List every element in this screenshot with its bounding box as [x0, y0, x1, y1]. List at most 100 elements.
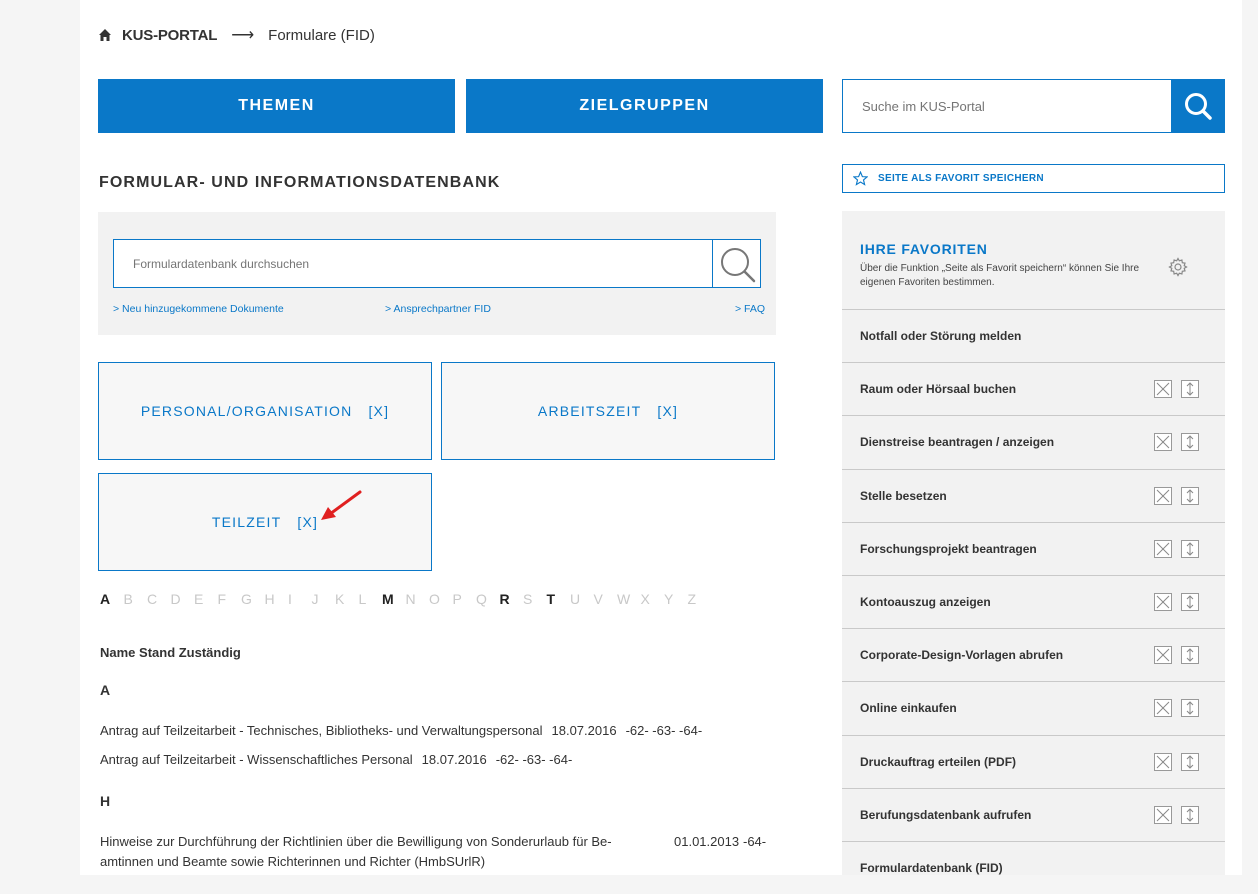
favorite-item: Corporate-Design-Vorlagen abrufen: [842, 628, 1225, 681]
alphabet-letter-e: E: [194, 591, 204, 607]
alphabet-letter-a[interactable]: A: [100, 591, 124, 607]
alphabet-nav: ABCDEFGHI JKLMNOPQRSTUVWXYZ: [100, 591, 711, 607]
page-title: FORMULAR- UND INFORMATIONSDATENBANK: [99, 174, 501, 191]
document-date: 18.07.2016: [421, 752, 487, 767]
portal-search-input[interactable]: [860, 97, 1154, 115]
remove-favorite-icon[interactable]: [1154, 539, 1172, 558]
remove-favorite-icon[interactable]: [1154, 380, 1172, 399]
themen-button[interactable]: THEMEN: [98, 79, 455, 133]
document-date: 18.07.2016: [551, 723, 617, 738]
filter-arbeitszeit: ARBEITSZEIT [X]: [441, 362, 775, 460]
reorder-favorite-icon[interactable]: [1181, 433, 1199, 452]
reorder-favorite-icon[interactable]: [1181, 486, 1199, 505]
reorder-favorite-icon[interactable]: [1181, 380, 1199, 399]
document-link[interactable]: Antrag auf Teilzeitarbeit - Wissenschaft…: [100, 752, 413, 767]
table-row: Antrag auf Teilzeitarbeit - Technisches,…: [100, 723, 702, 738]
document-responsible: -62- -63- -64-: [495, 752, 573, 767]
breadcrumb: KUS-PORTAL ⟶ Formulare (FID): [98, 24, 375, 46]
favorites-description: Über die Funktion „Seite als Favorit spe…: [860, 263, 1140, 288]
save-favorite-label: SEITE ALS FAVORIT SPEICHERN: [878, 173, 1044, 184]
remove-favorite-icon[interactable]: [1154, 805, 1172, 824]
portal-search-button[interactable]: [1171, 79, 1225, 133]
reorder-favorite-icon[interactable]: [1181, 646, 1199, 665]
alphabet-letter-y: Y: [664, 591, 674, 607]
filter-label: ARBEITSZEIT: [537, 403, 642, 419]
alphabet-letter-o: O: [429, 591, 440, 607]
favorite-link[interactable]: Stelle besetzen: [860, 489, 1145, 503]
filter-teilzeit: TEILZEIT [X]: [98, 473, 432, 571]
remove-favorite-icon[interactable]: [1154, 752, 1172, 771]
remove-favorite-icon[interactable]: [1154, 699, 1172, 718]
table-row: Antrag auf Teilzeitarbeit - Wissenschaft…: [100, 752, 572, 767]
favorite-link[interactable]: Forschungsprojekt beantragen: [860, 542, 1145, 556]
remove-favorite-icon[interactable]: [1154, 486, 1172, 505]
alphabet-letter-b: B: [123, 591, 133, 607]
database-search-input[interactable]: [131, 255, 695, 272]
favorite-item: Kontoauszug anzeigen: [842, 575, 1225, 628]
faq-link[interactable]: > FAQ: [735, 303, 765, 315]
document-link[interactable]: Antrag auf Teilzeitarbeit - Technisches,…: [100, 723, 543, 738]
alphabet-letter-n: N: [405, 591, 416, 607]
star-icon: [853, 171, 868, 186]
favorite-item: Druckauftrag erteilen (PDF): [842, 734, 1225, 788]
favorite-link[interactable]: Formulardatenbank (FID): [860, 861, 1225, 875]
alphabet-letter-c: C: [147, 591, 158, 607]
document-date: 01.01.2013: [674, 834, 740, 849]
alphabet-letter-q: Q: [476, 591, 487, 607]
filter-remove-button[interactable]: [X]: [368, 403, 389, 419]
filter-remove-button[interactable]: [X]: [297, 514, 318, 530]
remove-favorite-icon[interactable]: [1154, 646, 1172, 665]
breadcrumb-separator-icon: ⟶: [231, 27, 255, 44]
alphabet-letter-t[interactable]: T: [547, 591, 571, 607]
favorite-item: Dienstreise beantragen / anzeigen: [842, 415, 1225, 468]
reorder-favorite-icon[interactable]: [1181, 539, 1199, 558]
alphabet-letter-h: H: [264, 591, 275, 607]
table-row: Hinweise zur Durchführung der Richtlinie…: [100, 834, 790, 869]
favorite-link[interactable]: Online einkaufen: [860, 701, 1145, 715]
reorder-favorite-icon[interactable]: [1181, 805, 1199, 824]
group-letter-a: A: [100, 682, 111, 698]
alphabet-letter-k: K: [335, 591, 345, 607]
filter-personal-organisation: PERSONAL/ORGANISATION [X]: [98, 362, 432, 460]
filter-remove-button[interactable]: [X]: [657, 403, 678, 419]
favorite-link[interactable]: Dienstreise beantragen / anzeigen: [860, 435, 1145, 449]
alphabet-letter-v: V: [593, 591, 603, 607]
alphabet-letter-r[interactable]: R: [500, 591, 524, 607]
zielgruppen-button[interactable]: ZIELGRUPPEN: [466, 79, 823, 133]
document-responsible: -62- -63- -64-: [625, 723, 703, 738]
favorite-link[interactable]: Raum oder Hörsaal buchen: [860, 382, 1145, 396]
favorite-link[interactable]: Berufungsdatenbank aufrufen: [860, 808, 1145, 822]
alphabet-letter-z: Z: [687, 591, 697, 607]
alphabet-letter-x: X: [640, 591, 650, 607]
favorite-link[interactable]: Druckauftrag erteilen (PDF): [860, 755, 1145, 769]
remove-favorite-icon[interactable]: [1154, 433, 1172, 452]
gear-icon[interactable]: [1168, 257, 1188, 277]
alphabet-letter-l: L: [358, 591, 367, 607]
save-favorite-button[interactable]: SEITE ALS FAVORIT SPEICHERN: [842, 164, 1225, 193]
portal-search: [842, 79, 1173, 133]
table-header: Name Stand Zuständig: [100, 645, 241, 660]
database-search-button[interactable]: [712, 239, 761, 288]
search-icon: [720, 247, 755, 282]
favorite-item: Formulardatenbank (FID): [842, 841, 1225, 894]
reorder-favorite-icon[interactable]: [1181, 593, 1199, 611]
contact-fid-link[interactable]: > Ansprechpartner FID: [385, 303, 491, 315]
annotation-arrow-icon: [321, 490, 362, 520]
database-search: [113, 239, 713, 288]
new-documents-link[interactable]: > Neu hinzugekommene Dokumente: [113, 303, 284, 315]
alphabet-letter-d: D: [170, 591, 181, 607]
favorite-link[interactable]: Corporate-Design-Vorlagen abrufen: [860, 648, 1145, 662]
favorite-link[interactable]: Notfall oder Störung melden: [860, 329, 1225, 343]
favorite-link[interactable]: Kontoauszug anzeigen: [860, 595, 1145, 609]
home-icon[interactable]: [98, 28, 112, 42]
remove-favorite-icon[interactable]: [1154, 593, 1172, 611]
group-letter-h: H: [100, 793, 111, 809]
alphabet-letter-m[interactable]: M: [382, 591, 406, 607]
reorder-favorite-icon[interactable]: [1181, 752, 1199, 771]
favorite-item: Online einkaufen: [842, 681, 1225, 734]
alphabet-letter-f: F: [217, 591, 227, 607]
alphabet-letter-g: G: [241, 591, 252, 607]
breadcrumb-home-link[interactable]: KUS-PORTAL: [122, 27, 217, 44]
reorder-favorite-icon[interactable]: [1181, 699, 1199, 718]
favorite-item: Forschungsprojekt beantragen: [842, 521, 1225, 575]
